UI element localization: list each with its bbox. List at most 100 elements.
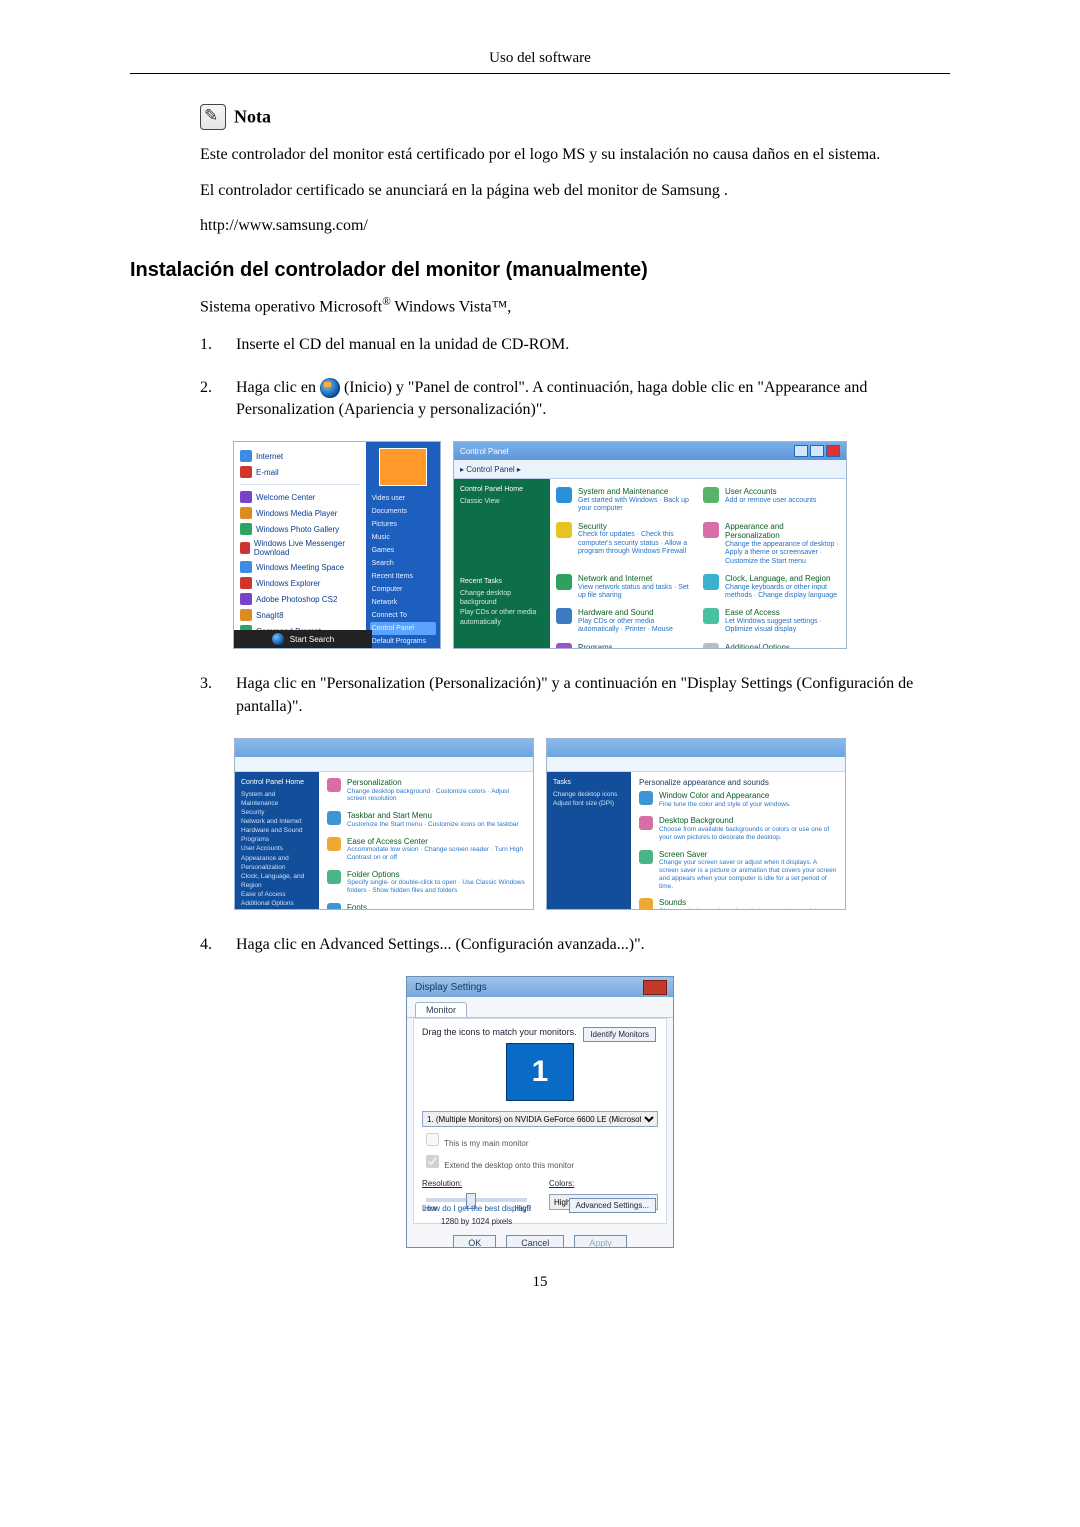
screenshot-control-panel: Control Panel ▸ Control Panel ▸ Control … [453, 441, 847, 649]
note-paragraph-3: http://www.samsung.com/ [200, 215, 950, 237]
start-menu-item: Windows Explorer [240, 575, 360, 591]
resolution-slider [426, 1198, 527, 1202]
personalization-item: Desktop BackgroundChoose from available … [639, 816, 837, 841]
personalization-item: SoundsChange which sounds are heard when… [639, 898, 837, 910]
start-menu-right-item: Help and Support [370, 648, 436, 649]
identify-monitors-button: Identify Monitors [583, 1027, 656, 1042]
step-4-text: Haga clic en Advanced Settings... (Confi… [236, 934, 950, 956]
start-menu-right-item: Video user [370, 492, 436, 505]
close-icon [643, 980, 667, 995]
start-menu-item: Windows Meeting Space [240, 559, 360, 575]
start-menu-right-item: Games [370, 544, 436, 557]
window-title: Control Panel [460, 447, 508, 456]
start-menu-item: E-mail [240, 464, 360, 480]
screenshot-appearance-panel: Control Panel HomeSystem and Maintenance… [234, 738, 534, 910]
max-icon [810, 445, 824, 457]
start-menu-right-item: Control Panel [370, 622, 436, 635]
current-resolution: 1280 by 1024 pixels [422, 1217, 531, 1226]
os-line-b: Windows Vista™, [391, 298, 512, 315]
tab-monitor: Monitor [415, 1002, 467, 1017]
colors-label: Colors: [549, 1179, 658, 1188]
cp-category: System and MaintenanceGet started with W… [556, 487, 693, 513]
personalize-heading: Personalize appearance and sounds [639, 778, 837, 787]
start-menu-right-item: Network [370, 596, 436, 609]
cp-category: SecurityCheck for updates · Check this c… [556, 522, 693, 566]
page-number: 15 [130, 1274, 950, 1291]
start-search: Start Search [290, 635, 334, 644]
cp-category: Ease of AccessLet Windows suggest settin… [703, 608, 840, 634]
start-menu-right-item: Default Programs [370, 635, 436, 648]
advanced-settings-button: Advanced Settings... [569, 1198, 656, 1213]
step-3-text: Haga clic en "Personalization (Personali… [236, 673, 950, 718]
appearance-item: FontsInstall or remove a font [327, 903, 525, 910]
dialog-title: Display Settings [415, 982, 487, 993]
address-bar: ▸ Control Panel ▸ [454, 460, 846, 479]
personalization-item: Screen SaverChange your screen saver or … [639, 850, 837, 891]
start-orb-icon [272, 633, 284, 645]
start-menu-right-item: Documents [370, 505, 436, 518]
close-icon [826, 445, 840, 457]
cp-home: Control Panel Home [460, 485, 544, 495]
screenshot-start-menu: InternetE-mail Welcome CenterWindows Medi… [233, 441, 441, 649]
start-menu-item: Windows Live Messenger Download [240, 537, 360, 559]
appearance-item: PersonalizationChange desktop background… [327, 778, 525, 803]
cancel-button: Cancel [506, 1235, 564, 1248]
start-menu-right-item: Search [370, 557, 436, 570]
cp-category: ProgramsUninstall a program · Change sta… [556, 643, 693, 650]
appearance-item: Ease of Access CenterAccommodate low vis… [327, 837, 525, 862]
note-paragraph-1: Este controlador del monitor está certif… [200, 144, 950, 166]
start-orb-icon [320, 378, 340, 398]
step-number: 2. [200, 377, 236, 422]
step-1-text: Inserte el CD del manual en la unidad de… [236, 334, 950, 356]
start-menu-item: SnagIt8 [240, 607, 360, 623]
cp-category: Network and InternetView network status … [556, 574, 693, 600]
help-link: How do I get the best display? [424, 1204, 531, 1213]
header-rule [130, 73, 950, 74]
cp-classic-view: Classic View [460, 497, 544, 507]
note-paragraph-2: El controlador certificado se anunciará … [200, 180, 950, 202]
monitor-thumbnail: 1 [506, 1043, 574, 1101]
screenshot-display-settings: Display Settings Monitor Drag the icons … [406, 976, 674, 1248]
personalization-item: Window Color and AppearanceFine tune the… [639, 791, 837, 808]
start-menu-item: Welcome Center [240, 489, 360, 505]
cp-category: Clock, Language, and RegionChange keyboa… [703, 574, 840, 600]
note-icon [200, 104, 226, 130]
start-menu-item: Windows Media Player [240, 505, 360, 521]
start-menu-right-item: Recent Items [370, 570, 436, 583]
cp-category: Additional Options [703, 643, 840, 650]
step-number: 3. [200, 673, 236, 718]
start-menu-right-item: Connect To [370, 609, 436, 622]
start-menu-right-item: Computer [370, 583, 436, 596]
start-menu-right-item: Pictures [370, 518, 436, 531]
all-programs: All Programs [240, 648, 360, 649]
cp-category: Hardware and SoundPlay CDs or other medi… [556, 608, 693, 634]
section-heading: Instalación del controlador del monitor … [130, 259, 950, 282]
start-menu-item: Internet [240, 448, 360, 464]
resolution-label: Resolution: [422, 1179, 531, 1188]
start-menu-item: Adobe Photoshop CS2 [240, 591, 360, 607]
start-menu-item: Windows Photo Gallery [240, 521, 360, 537]
step-number: 1. [200, 334, 236, 356]
note-label: Nota [234, 107, 271, 127]
step-2-text-a: Haga clic en [236, 379, 320, 396]
screenshot-personalization-panel: TasksChange desktop iconsAdjust font siz… [546, 738, 846, 910]
device-select: 1. (Multiple Monitors) on NVIDIA GeForce… [422, 1111, 658, 1127]
ok-button: OK [453, 1235, 496, 1248]
appearance-item: Folder OptionsSpecify single- or double-… [327, 870, 525, 895]
cp-category: User AccountsAdd or remove user accounts [703, 487, 840, 513]
step-number: 4. [200, 934, 236, 956]
cp-category: Appearance and PersonalizationChange the… [703, 522, 840, 566]
chk-extend-desktop: Extend the desktop onto this monitor [422, 1152, 658, 1171]
chk-main-monitor: This is my main monitor [422, 1130, 658, 1149]
start-menu-right-item: Music [370, 531, 436, 544]
apply-button: Apply [574, 1235, 627, 1248]
page-header: Uso del software [130, 50, 950, 67]
screenshot-row-1: InternetE-mail Welcome CenterWindows Medi… [130, 441, 950, 649]
min-icon [794, 445, 808, 457]
screenshot-row-2: Control Panel HomeSystem and Maintenance… [130, 738, 950, 910]
appearance-item: Taskbar and Start MenuCustomize the Star… [327, 811, 525, 828]
user-picture [379, 448, 427, 486]
step-2-text: Haga clic en (Inicio) y "Panel de contro… [236, 377, 950, 422]
os-line: Sistema operativo Microsoft® Windows Vis… [200, 296, 950, 316]
os-line-a: Sistema operativo Microsoft [200, 298, 382, 315]
